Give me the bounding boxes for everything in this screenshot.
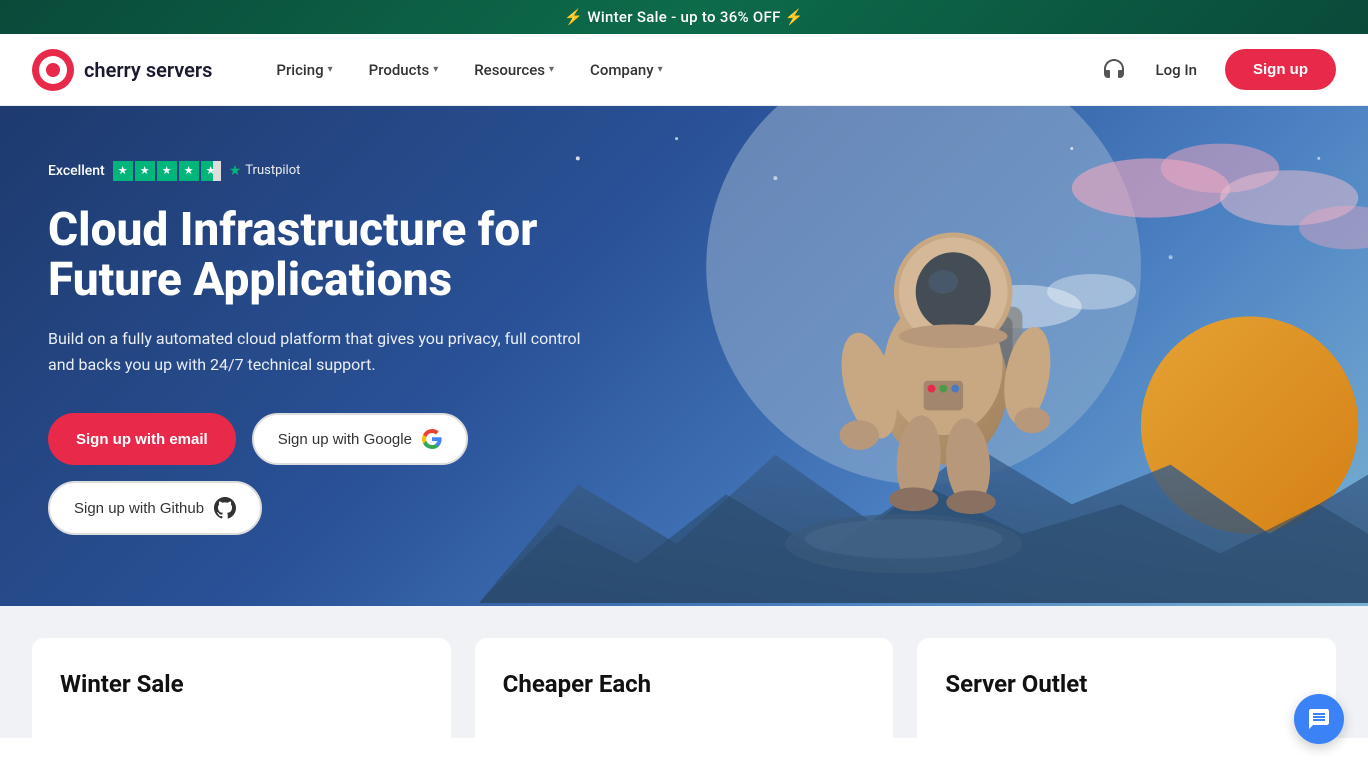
google-icon [422, 429, 442, 449]
products-chevron-icon: ▾ [433, 64, 438, 75]
hero-title: Cloud Infrastructure for Future Applicat… [48, 205, 668, 306]
resources-chevron-icon: ▾ [549, 64, 554, 75]
star-5: ★ [201, 161, 221, 181]
navbar: cherry servers Pricing ▾ Products ▾ Reso… [0, 34, 1368, 106]
nav-right: Log In Sign up [1100, 49, 1336, 90]
chat-button[interactable] [1294, 694, 1344, 744]
trustpilot-label: Excellent [48, 163, 105, 179]
nav-company[interactable]: Company ▾ [574, 53, 679, 87]
card-cheaper: Cheaper Each [475, 638, 894, 738]
signup-google-button[interactable]: Sign up with Google [252, 413, 468, 465]
logo-link[interactable]: cherry servers [32, 49, 212, 91]
github-icon [214, 497, 236, 519]
company-chevron-icon: ▾ [658, 64, 663, 75]
hero-content: Excellent ★ ★ ★ ★ ★ ★ Trustpilot Cloud I… [48, 161, 668, 535]
trustpilot-star-icon: ★ [229, 163, 242, 179]
signup-github-button[interactable]: Sign up with Github [48, 481, 262, 535]
chat-icon [1307, 707, 1331, 731]
logo-icon [32, 49, 74, 91]
card-server-outlet: Server Outlet [917, 638, 1336, 738]
card-1-title: Winter Sale [60, 670, 423, 698]
nav-signup-button[interactable]: Sign up [1225, 49, 1336, 90]
star-1: ★ [113, 161, 133, 181]
logo-text: cherry servers [84, 58, 212, 82]
nav-links: Pricing ▾ Products ▾ Resources ▾ Company… [260, 53, 1099, 87]
card-winter-sale: Winter Sale [32, 638, 451, 738]
trustpilot-row: Excellent ★ ★ ★ ★ ★ ★ Trustpilot [48, 161, 668, 181]
trustpilot-stars: ★ ★ ★ ★ ★ [113, 161, 221, 181]
support-icon[interactable] [1100, 56, 1128, 84]
bottom-cards: Winter Sale Cheaper Each Server Outlet [0, 606, 1368, 738]
nav-resources[interactable]: Resources ▾ [458, 53, 570, 87]
nav-products[interactable]: Products ▾ [353, 53, 455, 87]
hero-section: Excellent ★ ★ ★ ★ ★ ★ Trustpilot Cloud I… [0, 106, 1368, 606]
card-2-title: Cheaper Each [503, 670, 866, 698]
login-button[interactable]: Log In [1144, 53, 1209, 87]
signup-email-button[interactable]: Sign up with email [48, 413, 236, 465]
nav-pricing[interactable]: Pricing ▾ [260, 53, 348, 87]
card-3-title: Server Outlet [945, 670, 1308, 698]
star-2: ★ [135, 161, 155, 181]
cta-buttons: Sign up with email Sign up with Google S… [48, 413, 668, 535]
trustpilot-brand: ★ Trustpilot [229, 163, 301, 179]
star-3: ★ [157, 161, 177, 181]
top-banner: ⚡ Winter Sale - up to 36% OFF ⚡ [0, 0, 1368, 34]
pricing-chevron-icon: ▾ [328, 64, 333, 75]
star-4: ★ [179, 161, 199, 181]
banner-text: ⚡ Winter Sale - up to 36% OFF ⚡ [564, 8, 803, 26]
hero-subtitle: Build on a fully automated cloud platfor… [48, 326, 588, 377]
